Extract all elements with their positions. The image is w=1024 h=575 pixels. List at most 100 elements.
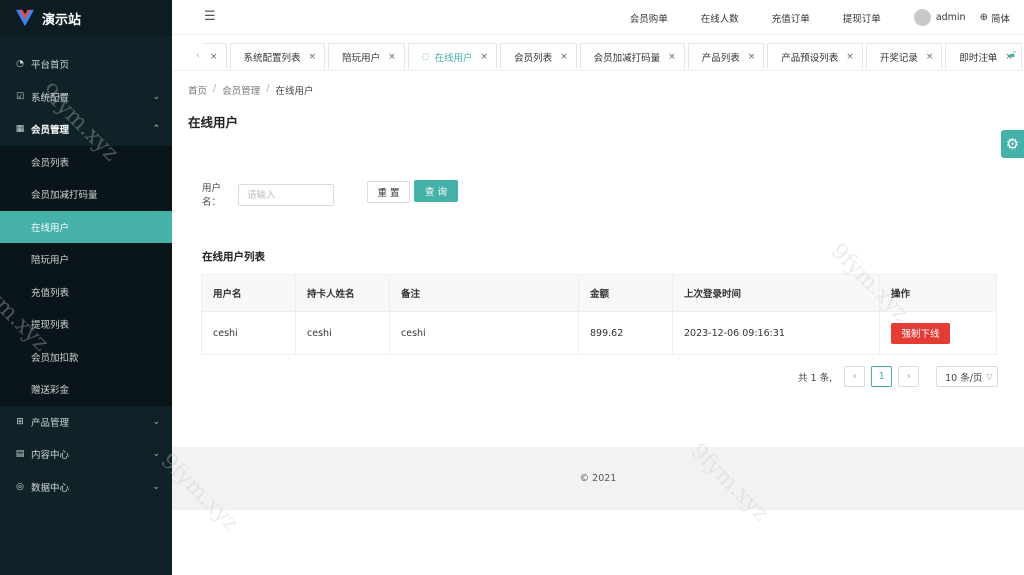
tab-label: 产品预设列表 <box>781 52 839 64</box>
column-header-remark: 备注 <box>389 274 579 312</box>
breadcrumb-home[interactable]: 首页 <box>188 83 207 97</box>
close-icon[interactable]: × <box>481 52 489 62</box>
tab-label: 陪玩用户 <box>342 52 381 64</box>
menu-fold-icon[interactable]: ☰ <box>204 9 216 24</box>
sidebar: 演示站 ◔ 平台首页 ☑ 系统配置 ⌄ ▦ 会员管理 ⌃ 会员列表 会员加减打码… <box>0 0 172 575</box>
sidebar-item-member-bet-adjust[interactable]: 会员加减打码量 <box>0 178 172 211</box>
breadcrumb-separator: / <box>213 83 217 94</box>
copyright: © 2021 <box>579 473 617 484</box>
column-header-action: 操作 <box>879 274 997 312</box>
sidebar-item-dashboard[interactable]: ◔ 平台首页 <box>0 48 172 81</box>
sidebar-item-label: 平台首页 <box>31 60 70 72</box>
tab-product-list[interactable]: 产品列表 × <box>687 43 765 69</box>
reset-button[interactable]: 重 置 <box>367 181 410 203</box>
tab-member-list[interactable]: 会员列表 × <box>500 43 577 69</box>
avatar[interactable] <box>913 9 931 26</box>
sidebar-item-label: 陪玩用户 <box>31 255 70 267</box>
column-header-cardholder: 持卡人姓名 <box>295 274 390 312</box>
config-icon: ☑ <box>15 91 25 102</box>
table-row: ceshi ceshi ceshi 899.62 2023-12-06 09:1… <box>201 311 997 355</box>
language-label: 简体 <box>990 13 1010 25</box>
top-link-recharge-orders[interactable]: 充值订单 <box>772 11 810 25</box>
sidebar-item-content-center[interactable]: ▤ 内容中心 ⌄ <box>0 438 172 471</box>
chevron-left-icon[interactable]: ‹ <box>196 51 200 61</box>
sidebar-item-label: 会员加扣款 <box>31 352 79 364</box>
close-icon[interactable]: × <box>210 52 218 62</box>
sidebar-item-label: 系统配置 <box>31 92 70 104</box>
sidebar-item-product-management[interactable]: ⊞ 产品管理 ⌄ <box>0 406 172 439</box>
cell-remark: ceshi <box>389 311 579 355</box>
close-icon[interactable]: × <box>560 52 568 62</box>
tab-draw-records[interactable]: 开奖记录 × <box>865 43 943 69</box>
tab-member-bet-adjust[interactable]: 会员加减打码量 × <box>579 43 685 69</box>
tabs: × 系统配置列表 × 陪玩用户 × ◌ 在线用户 × 会员列表 × 会员加减打码量 × 产品… <box>204 43 1024 69</box>
tab-companion-users[interactable]: 陪玩用户 × <box>328 43 405 69</box>
breadcrumb-member-management[interactable]: 会员管理 <box>222 83 260 97</box>
top-link-online-count[interactable]: 在线人数 <box>701 11 739 25</box>
sidebar-item-member-balance-adjust[interactable]: 会员加扣款 <box>0 341 172 374</box>
tab-product-preset-list[interactable]: 产品预设列表 × <box>767 43 863 69</box>
column-header-username: 用户名 <box>201 274 296 312</box>
language-switch[interactable]: ⊕ 简体 <box>980 11 1010 25</box>
close-icon[interactable]: × <box>846 52 854 62</box>
sidebar-item-label: 赠送彩金 <box>31 385 70 397</box>
column-header-last-login: 上次登录时间 <box>672 274 880 312</box>
list-title: 在线用户列表 <box>202 251 265 263</box>
chevron-down-icon: ⌄ <box>152 449 160 460</box>
top-link-withdraw-orders[interactable]: 提现订单 <box>843 11 881 25</box>
tab-label: 在线用户 <box>434 52 473 64</box>
close-icon[interactable]: × <box>309 52 317 62</box>
pagination: 共 1 条, ‹ 1 › 10 条/页 ▽ <box>798 366 999 387</box>
tab-system-config-list[interactable]: 系统配置列表 × <box>229 43 326 69</box>
sidebar-item-label: 产品管理 <box>31 417 70 429</box>
tab-bar: ‹ × 系统配置列表 × 陪玩用户 × ◌ 在线用户 × 会员列表 × 会员加减打码量 × … <box>172 41 1024 71</box>
grid-icon: ⊞ <box>16 416 24 427</box>
sidebar-item-member-list[interactable]: 会员列表 <box>0 146 172 179</box>
page-size-select[interactable]: 10 条/页 ▽ <box>936 366 999 387</box>
unlock-icon[interactable]: 🔓︎ <box>1010 49 1016 60</box>
query-button[interactable]: 查 询 <box>414 180 458 202</box>
sidebar-item-gift-bonus[interactable]: 赠送彩金 <box>0 373 172 406</box>
tab-online-users[interactable]: ◌ 在线用户 × <box>407 43 498 69</box>
top-link-member-orders[interactable]: 会员购单 <box>630 11 668 25</box>
close-icon[interactable]: × <box>926 52 934 62</box>
chevron-down-icon: ⌄ <box>152 481 160 492</box>
column-header-amount: 金额 <box>578 274 673 312</box>
breadcrumb: 首页 / 会员管理 / 在线用户 <box>188 83 313 97</box>
settings-gear-icon[interactable]: ⚙ <box>1001 130 1024 158</box>
chevron-right-icon[interactable]: › <box>986 51 990 61</box>
table-header-row: 用户名 持卡人姓名 备注 金额 上次登录时间 操作 <box>201 274 997 312</box>
force-logout-button[interactable]: 强制下线 <box>891 322 950 344</box>
close-icon[interactable]: × <box>748 52 756 62</box>
sidebar-item-online-users[interactable]: 在线用户 <box>0 210 172 243</box>
vue-logo-icon <box>16 9 34 27</box>
tab-label: 系统配置列表 <box>243 52 301 64</box>
chevron-up-icon: ⌃ <box>152 124 160 135</box>
sidebar-item-label: 充值列表 <box>31 287 70 299</box>
top-bar: ☰ 会员购单 在线人数 充值订单 提现订单 admin ⊕ 简体 <box>172 0 1024 35</box>
user-name[interactable]: admin <box>936 12 966 23</box>
sidebar-item-label: 会员列表 <box>31 157 70 169</box>
logo[interactable]: 演示站 <box>0 0 172 36</box>
sidebar-menu: ◔ 平台首页 ☑ 系统配置 ⌄ ▦ 会员管理 ⌃ 会员列表 会员加减打码量 在线… <box>0 48 172 503</box>
sidebar-item-withdraw-list[interactable]: 提现列表 <box>0 308 172 341</box>
username-input[interactable] <box>238 184 334 206</box>
sidebar-item-system-config[interactable]: ☑ 系统配置 ⌄ <box>0 81 172 114</box>
tab-close-left[interactable]: × <box>204 43 227 69</box>
sidebar-item-recharge-list[interactable]: 充值列表 <box>0 276 172 309</box>
pagination-page-1[interactable]: 1 <box>871 366 893 387</box>
sidebar-item-data-center[interactable]: ◎ 数据中心 ⌄ <box>0 471 172 504</box>
close-icon[interactable]: × <box>668 52 676 62</box>
tab-label: 会员加减打码量 <box>593 52 661 64</box>
tab-label: 会员列表 <box>514 52 553 64</box>
page-size-value: 10 条/页 <box>945 372 983 384</box>
sidebar-item-label: 提现列表 <box>31 320 70 332</box>
online-users-table: 用户名 持卡人姓名 备注 金额 上次登录时间 操作 ceshi ceshi ce… <box>201 274 997 355</box>
close-icon[interactable]: × <box>388 52 396 62</box>
sidebar-item-companion-users[interactable]: 陪玩用户 <box>0 243 172 276</box>
sidebar-item-member-management[interactable]: ▦ 会员管理 ⌃ <box>0 113 172 146</box>
pagination-next-icon[interactable]: › <box>898 366 920 387</box>
table-icon: ▦ <box>15 124 25 135</box>
pagination-prev-icon[interactable]: ‹ <box>844 366 866 387</box>
sidebar-item-label: 在线用户 <box>31 222 70 234</box>
